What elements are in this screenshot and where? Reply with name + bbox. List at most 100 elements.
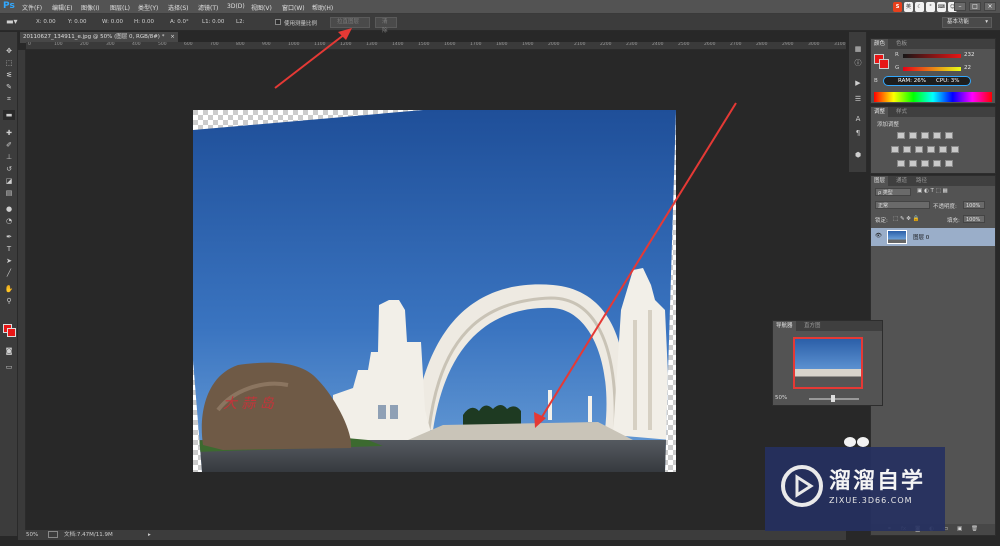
selective-color-icon[interactable] <box>945 160 953 167</box>
measure-scale-checkbox[interactable] <box>275 19 281 25</box>
channel-mixer-icon[interactable] <box>939 146 947 153</box>
blend-mode-select[interactable]: 正常 <box>875 201 930 209</box>
paragraph-panel-icon[interactable]: ¶ <box>852 128 864 139</box>
3d-panel-icon[interactable]: ⬢ <box>852 150 864 161</box>
hand-tool-icon[interactable]: ✋ <box>3 284 15 294</box>
maximize-icon[interactable]: □ <box>969 2 981 11</box>
vibrance-icon[interactable] <box>945 132 953 139</box>
menu-type[interactable]: 类型(Y) <box>138 3 158 12</box>
curves-icon[interactable] <box>921 132 929 139</box>
posterize-icon[interactable] <box>909 160 917 167</box>
background-color-swatch[interactable] <box>879 59 889 69</box>
moon-icon[interactable]: ☾ <box>915 2 924 12</box>
lasso-tool-icon[interactable]: ᓬ <box>3 70 15 80</box>
layer-row-selected[interactable]: 👁 图层 0 <box>871 228 995 246</box>
invert-icon[interactable] <box>897 160 905 167</box>
gradient-map-icon[interactable] <box>933 160 941 167</box>
document-close-icon[interactable]: × <box>170 34 175 40</box>
clear-button[interactable]: 清除 <box>375 17 397 34</box>
menu-edit[interactable]: 编辑(E) <box>52 3 72 12</box>
black-white-icon[interactable] <box>915 146 923 153</box>
opacity-input[interactable]: 100% <box>963 201 985 209</box>
r-value[interactable]: 232 <box>964 52 975 58</box>
tab-channels[interactable]: 通道 <box>893 176 910 186</box>
zoom-level[interactable]: 50% <box>26 530 38 540</box>
tab-swatches[interactable]: 色板 <box>893 39 910 49</box>
blur-tool-icon[interactable]: ● <box>3 204 15 214</box>
menu-select[interactable]: 选择(S) <box>168 3 189 12</box>
actions-panel-icon[interactable]: ▶ <box>852 78 864 89</box>
quick-select-tool-icon[interactable]: ✎ <box>3 82 15 92</box>
document-size[interactable]: 文档:7.47M/11.9M <box>64 530 113 540</box>
healing-brush-icon[interactable]: ✚ <box>3 128 15 138</box>
marquee-tool-icon[interactable]: ⬚ <box>3 58 15 68</box>
menu-image[interactable]: 图像(I) <box>81 3 99 12</box>
move-tool-icon[interactable]: ✥ <box>3 46 15 56</box>
info-panel-icon[interactable]: ⓘ <box>852 58 864 69</box>
line-tool-icon[interactable]: ╱ <box>3 268 15 278</box>
filter-icons[interactable]: ▣ ◐ T ⬚ ▦ <box>917 188 948 194</box>
document-image[interactable]: 大 蒜 岛 <box>193 110 676 472</box>
color-spectrum-bar[interactable] <box>874 92 992 102</box>
eye-icon[interactable]: 👁 <box>875 233 882 239</box>
threshold-icon[interactable] <box>921 160 929 167</box>
menu-view[interactable]: 视图(V) <box>251 3 272 12</box>
background-color-swatch[interactable] <box>7 328 16 337</box>
levels-icon[interactable] <box>909 132 917 139</box>
menu-layer[interactable]: 图层(L) <box>110 3 130 12</box>
punctuation-icon[interactable]: ° <box>926 2 935 12</box>
workspace-select[interactable]: 基本功能 ▾ <box>942 17 992 28</box>
brightness-icon[interactable] <box>897 132 905 139</box>
type-tool-icon[interactable]: T <box>3 244 15 254</box>
g-value[interactable]: 22 <box>964 65 971 71</box>
close-icon[interactable]: × <box>984 2 996 11</box>
exposure-icon[interactable] <box>933 132 941 139</box>
layer-name[interactable]: 图层 0 <box>913 233 929 241</box>
status-menu-arrow-icon[interactable]: ▸ <box>148 530 151 540</box>
layer-kind-filter[interactable]: ρ 类型 <box>875 188 911 196</box>
menu-window[interactable]: 窗口(W) <box>282 3 305 12</box>
menu-filter[interactable]: 滤镜(T) <box>198 3 218 12</box>
straighten-layer-button[interactable]: 拉直图层 <box>330 17 370 28</box>
tab-layers[interactable]: 图层 <box>871 176 889 186</box>
tab-paths[interactable]: 路径 <box>913 176 930 186</box>
tab-navigator[interactable]: 导航器 <box>773 321 796 331</box>
crop-tool-icon[interactable]: ⌗ <box>3 94 15 104</box>
tab-styles[interactable]: 样式 <box>893 107 910 117</box>
hue-saturation-icon[interactable] <box>891 146 899 153</box>
history-brush-icon[interactable]: ↺ <box>3 164 15 174</box>
g-slider[interactable] <box>903 67 961 71</box>
quick-mask-icon[interactable]: ◙ <box>3 346 15 356</box>
screen-mode-icon[interactable]: ▭ <box>3 362 15 372</box>
new-layer-icon[interactable]: ▣ <box>957 526 962 532</box>
keyboard-icon[interactable]: ⌨ <box>937 2 946 12</box>
navigator-preview[interactable] <box>793 337 863 389</box>
fill-input[interactable]: 100% <box>963 215 985 223</box>
path-select-tool-icon[interactable]: ➤ <box>3 256 15 266</box>
minimize-icon[interactable]: – <box>954 2 966 11</box>
ruler-tool-icon[interactable]: ▬ <box>3 110 15 120</box>
color-balance-icon[interactable] <box>903 146 911 153</box>
gradient-tool-icon[interactable]: ▤ <box>3 188 15 198</box>
ime-lang-toggle[interactable]: 英 <box>904 2 913 12</box>
zoom-tool-icon[interactable]: ⚲ <box>3 296 15 306</box>
photo-filter-icon[interactable] <box>927 146 935 153</box>
ruler-tool-icon[interactable]: ▬▾ <box>6 17 18 26</box>
navigator-slider-thumb[interactable] <box>831 395 835 402</box>
r-slider[interactable] <box>903 54 961 58</box>
brush-tool-icon[interactable]: ✐ <box>3 140 15 150</box>
eraser-tool-icon[interactable]: ◪ <box>3 176 15 186</box>
sogou-icon[interactable]: S <box>893 2 902 12</box>
tab-adjustments[interactable]: 调整 <box>871 107 889 117</box>
color-lookup-icon[interactable] <box>951 146 959 153</box>
tab-color[interactable]: 颜色 <box>871 39 889 49</box>
menu-file[interactable]: 文件(F) <box>22 3 42 12</box>
navigator-zoom[interactable]: 50% <box>775 395 787 401</box>
pen-tool-icon[interactable]: ✒ <box>3 232 15 242</box>
character-panel-icon[interactable]: A <box>852 114 864 125</box>
trash-icon[interactable]: 🗑 <box>971 526 978 532</box>
properties-panel-icon[interactable]: ☰ <box>852 94 864 105</box>
color-panel-icon[interactable]: ▦ <box>852 44 864 55</box>
tab-histogram[interactable]: 直方图 <box>801 321 824 331</box>
lock-icons[interactable]: ⬚ ✎ ✥ 🔒 <box>893 216 920 222</box>
